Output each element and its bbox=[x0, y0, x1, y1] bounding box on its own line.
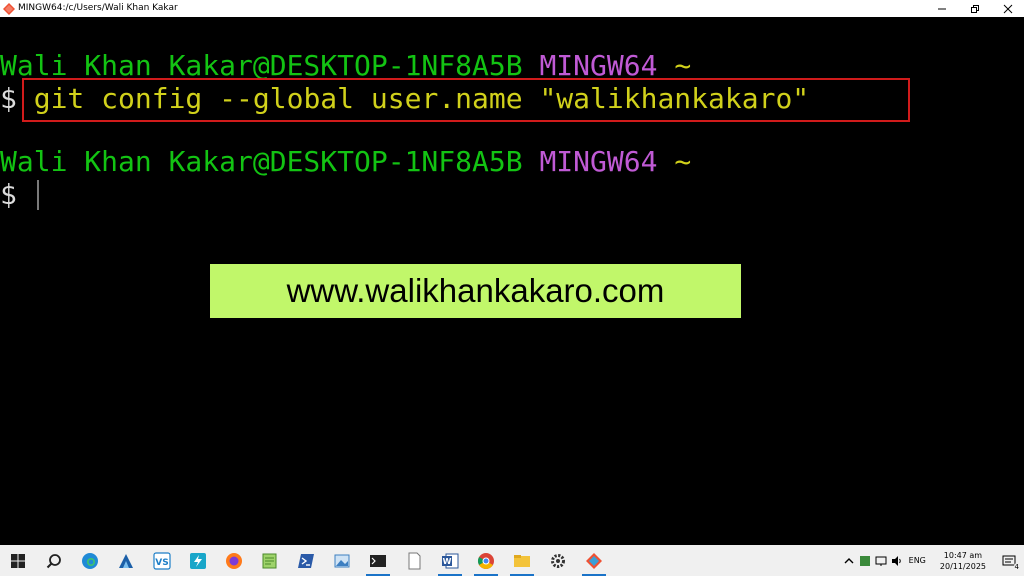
chrome-icon bbox=[478, 552, 494, 569]
close-button[interactable] bbox=[991, 0, 1024, 17]
notepadpp-icon bbox=[262, 553, 277, 568]
tray-app[interactable] bbox=[857, 545, 873, 576]
prompt-symbol: $ bbox=[0, 82, 17, 115]
windows-start-icon bbox=[11, 553, 25, 568]
watermark-text: www.walikhankakaro.com bbox=[286, 272, 665, 309]
taskbar-git-bash[interactable] bbox=[576, 545, 612, 576]
tray-app-icon bbox=[859, 555, 870, 566]
photos-icon bbox=[334, 554, 350, 567]
taskbar-powershell[interactable] bbox=[288, 545, 324, 576]
prompt-env: MINGW64 bbox=[539, 145, 658, 178]
restore-button[interactable] bbox=[958, 0, 991, 17]
tray-overflow-button[interactable] bbox=[841, 545, 857, 576]
taskbar-file[interactable] bbox=[396, 545, 432, 576]
firefox-icon bbox=[226, 552, 242, 569]
taskbar-search-button[interactable] bbox=[36, 545, 72, 576]
tray-volume[interactable] bbox=[889, 545, 905, 576]
command-line-2: $ bbox=[0, 179, 17, 211]
network-icon bbox=[875, 556, 887, 566]
powershell-icon bbox=[298, 553, 314, 568]
git-bash-app-icon bbox=[3, 2, 15, 15]
svg-text:W: W bbox=[443, 557, 452, 566]
taskbar-photos[interactable] bbox=[324, 545, 360, 576]
notification-count: 4 bbox=[1013, 563, 1020, 571]
taskbar-edge[interactable] bbox=[72, 545, 108, 576]
terminal-output[interactable]: Wali Khan Kakar@DESKTOP-1NF8A5B MINGW64 … bbox=[0, 17, 1024, 545]
prompt-path: ~ bbox=[674, 145, 692, 178]
close-icon bbox=[1003, 4, 1012, 13]
prompt-user-host: Wali Khan Kakar@DESKTOP-1NF8A5B bbox=[0, 145, 523, 178]
restore-icon bbox=[970, 4, 979, 13]
search-icon bbox=[46, 553, 61, 568]
command-highlight-box bbox=[22, 78, 910, 122]
volume-icon bbox=[891, 555, 901, 566]
taskbar-firefox[interactable] bbox=[216, 545, 252, 576]
svg-text:VS: VS bbox=[155, 558, 168, 568]
window-controls bbox=[925, 0, 1024, 17]
taskbar: VS W ENG 10:47 am 20/11/2025 4 bbox=[0, 545, 1024, 576]
power-automate-icon bbox=[190, 552, 206, 569]
system-tray: ENG 10:47 am 20/11/2025 4 bbox=[841, 545, 1024, 576]
language-indicator[interactable]: ENG bbox=[909, 556, 926, 565]
file-explorer-icon bbox=[514, 554, 530, 567]
taskbar-chrome[interactable] bbox=[468, 545, 504, 576]
window-title: MINGW64:/c/Users/Wali Khan Kakar bbox=[18, 3, 178, 13]
word-icon: W bbox=[442, 553, 459, 568]
window-title-bar[interactable]: MINGW64:/c/Users/Wali Khan Kakar bbox=[0, 0, 1024, 17]
tray-network[interactable] bbox=[873, 545, 889, 576]
taskbar-vscode[interactable]: VS bbox=[144, 545, 180, 576]
prompt-symbol: $ bbox=[0, 178, 17, 211]
clock[interactable]: 10:47 am 20/11/2025 bbox=[940, 550, 986, 572]
clock-date: 20/11/2025 bbox=[939, 561, 986, 571]
chevron-up-icon bbox=[844, 557, 854, 563]
start-button[interactable] bbox=[0, 545, 36, 576]
notification-center-button[interactable]: 4 bbox=[994, 545, 1024, 576]
taskbar-settings[interactable] bbox=[540, 545, 576, 576]
vscode-icon: VS bbox=[153, 551, 171, 570]
text-cursor bbox=[37, 180, 39, 210]
taskbar-file-explorer[interactable] bbox=[504, 545, 540, 576]
minimize-button[interactable] bbox=[925, 0, 958, 17]
website-watermark: www.walikhankakaro.com bbox=[210, 264, 741, 318]
terminal-icon bbox=[370, 554, 386, 567]
taskbar-notepadpp[interactable] bbox=[252, 545, 288, 576]
taskbar-power-automate[interactable] bbox=[180, 545, 216, 576]
minimize-icon bbox=[937, 8, 946, 9]
clock-time: 10:47 am bbox=[943, 550, 983, 560]
settings-icon bbox=[551, 553, 565, 568]
taskbar-sharks[interactable] bbox=[108, 545, 144, 576]
git-bash-icon bbox=[586, 552, 602, 569]
edge-icon bbox=[82, 552, 98, 569]
sharks-icon bbox=[119, 553, 133, 568]
file-icon bbox=[408, 552, 421, 569]
taskbar-word[interactable]: W bbox=[432, 545, 468, 576]
taskbar-terminal[interactable] bbox=[360, 545, 396, 576]
prompt-line-2: Wali Khan Kakar@DESKTOP-1NF8A5B MINGW64 … bbox=[0, 146, 691, 178]
